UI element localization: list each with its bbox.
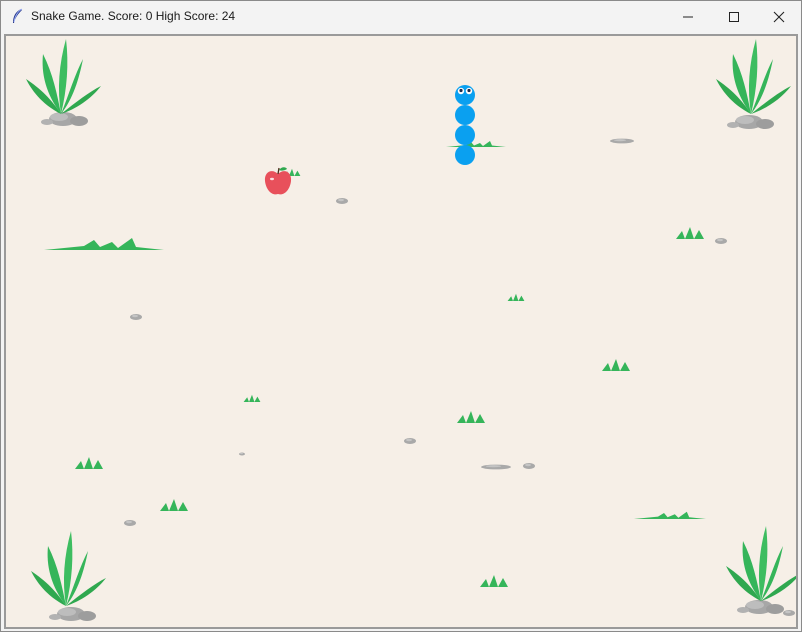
maximize-button[interactable]	[711, 1, 757, 32]
snake-head	[455, 85, 475, 105]
game-canvas[interactable]	[4, 34, 798, 629]
pebble-decoration	[124, 520, 136, 526]
maximize-icon	[729, 11, 739, 22]
pebble-decoration	[715, 238, 727, 244]
pebble-decoration	[523, 463, 535, 469]
minimize-button[interactable]	[665, 1, 711, 32]
feather-icon	[13, 8, 23, 23]
play-field	[6, 36, 796, 627]
window-title: Snake Game. Score: 0 High Score: 24	[31, 9, 236, 23]
pebble-decoration	[481, 464, 511, 470]
snake-segment	[455, 105, 475, 125]
snake-segment	[455, 145, 475, 165]
minimize-icon	[683, 16, 693, 17]
game-scene	[6, 36, 796, 627]
pebble-decoration	[610, 138, 634, 144]
game-window: Snake Game. Score: 0 High Score: 24	[0, 0, 802, 632]
pebble-decoration	[130, 314, 142, 320]
pebble-decoration	[404, 438, 416, 444]
pebble-decoration	[336, 198, 348, 204]
snake-segment	[455, 125, 475, 145]
close-button[interactable]	[756, 1, 802, 32]
close-icon	[773, 11, 785, 22]
title-bar[interactable]: Snake Game. Score: 0 High Score: 24	[1, 1, 801, 32]
pebble-decoration	[239, 452, 245, 456]
